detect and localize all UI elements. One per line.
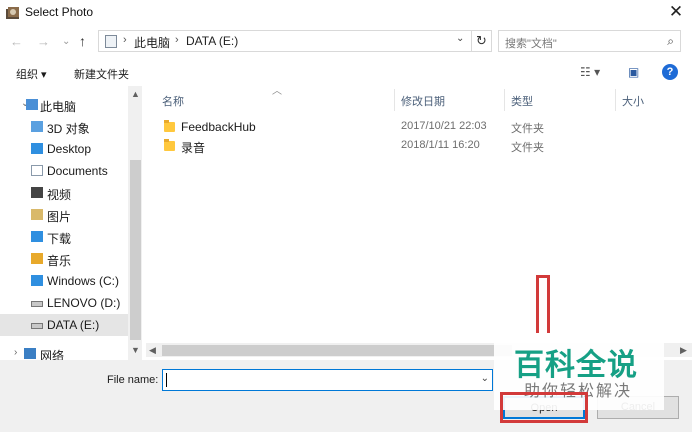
annotation-arrow bbox=[536, 275, 550, 333]
search-input[interactable]: 搜索"文档" ⌕ bbox=[498, 30, 681, 52]
network-icon bbox=[24, 348, 36, 359]
search-icon[interactable]: ⌕ bbox=[667, 34, 674, 49]
breadcrumb-data-drive[interactable]: DATA (E:) bbox=[186, 34, 238, 48]
sidebar-item-label: Desktop bbox=[47, 142, 92, 156]
sidebar-item-label: 下载 bbox=[47, 232, 72, 246]
column-header-size[interactable]: 大小 bbox=[622, 93, 644, 109]
sidebar-item-label: 3D 对象 bbox=[47, 122, 90, 136]
sidebar-scroll-thumb[interactable] bbox=[130, 160, 141, 340]
chevron-down-icon[interactable]: ⌄ bbox=[456, 33, 464, 44]
window-title: Select Photo bbox=[25, 5, 94, 19]
column-header-name[interactable]: 名称 bbox=[162, 93, 184, 109]
drive-icon bbox=[31, 323, 43, 329]
file-list: ︿ 名称 修改日期 类型 大小 FeedbackHub 2017/10/21 2… bbox=[146, 86, 692, 346]
this-pc-icon bbox=[26, 99, 38, 110]
sidebar-item-label: 网络 bbox=[40, 349, 65, 360]
file-row[interactable]: FeedbackHub 2017/10/21 22:03 文件夹 bbox=[146, 117, 616, 137]
sidebar-item-pictures[interactable]: 图片 bbox=[0, 204, 128, 226]
sidebar-item-desktop[interactable]: Desktop bbox=[0, 138, 128, 160]
help-icon[interactable]: ? bbox=[662, 64, 678, 80]
column-header-type[interactable]: 类型 bbox=[511, 93, 533, 109]
preview-pane-icon[interactable]: ▣ bbox=[628, 65, 639, 79]
column-divider[interactable] bbox=[504, 89, 505, 111]
sidebar-item-this-pc[interactable]: ⌄ 此电脑 bbox=[0, 94, 128, 116]
scroll-right-icon[interactable]: ▶ bbox=[680, 345, 687, 356]
chevron-right-icon[interactable]: › bbox=[14, 347, 17, 358]
sidebar-item-music[interactable]: 音乐 bbox=[0, 248, 128, 270]
sidebar-item-documents[interactable]: Documents bbox=[0, 160, 128, 182]
new-folder-button[interactable]: 新建文件夹 bbox=[74, 66, 129, 82]
drive-icon bbox=[31, 301, 43, 307]
file-modified: 2018/1/11 16:20 bbox=[401, 139, 480, 151]
sidebar-item-label: 此电脑 bbox=[40, 100, 77, 114]
title-bar: Select Photo ✕ bbox=[0, 0, 692, 26]
file-type: 文件夹 bbox=[511, 123, 544, 135]
sidebar-item-label: LENOVO (D:) bbox=[47, 296, 121, 310]
sidebar-item-videos[interactable]: 视频 bbox=[0, 182, 128, 204]
chevron-down-icon[interactable]: ⌄ bbox=[481, 373, 489, 384]
sidebar-item-label: 视频 bbox=[47, 188, 72, 202]
sidebar-item-label: DATA (E:) bbox=[47, 318, 100, 332]
sidebar-item-downloads[interactable]: 下载 bbox=[0, 226, 128, 248]
file-row[interactable]: 录音 2018/1/11 16:20 文件夹 bbox=[146, 136, 616, 156]
sidebar-item-3d-objects[interactable]: 3D 对象 bbox=[0, 116, 128, 138]
address-bar[interactable]: › 此电脑 › DATA (E:) ⌄ bbox=[98, 30, 472, 52]
annotation-highlight-box bbox=[500, 392, 588, 423]
horizontal-scroll-thumb[interactable] bbox=[162, 345, 512, 356]
up-button[interactable]: ↑ bbox=[79, 33, 86, 49]
videos-icon bbox=[31, 187, 43, 198]
organize-menu[interactable]: 组织 ▾ bbox=[16, 66, 47, 82]
breadcrumb-separator: › bbox=[175, 34, 179, 46]
file-type: 文件夹 bbox=[511, 142, 544, 154]
breadcrumb-this-pc[interactable]: 此电脑 bbox=[134, 34, 170, 51]
file-name: 录音 bbox=[181, 141, 206, 155]
file-name-input[interactable]: ⌄ bbox=[162, 369, 493, 391]
sidebar-item-windows-c[interactable]: Windows (C:) bbox=[0, 270, 128, 292]
sidebar-item-label: Documents bbox=[47, 164, 108, 178]
file-modified: 2017/10/21 22:03 bbox=[401, 120, 487, 132]
sidebar-item-lenovo-d[interactable]: LENOVO (D:) bbox=[0, 292, 128, 314]
back-button[interactable]: ← bbox=[10, 34, 23, 49]
app-photo-icon bbox=[6, 7, 19, 19]
close-icon[interactable]: ✕ bbox=[664, 2, 688, 24]
downloads-icon bbox=[31, 231, 43, 242]
sidebar-item-network[interactable]: › 网络 bbox=[0, 343, 128, 360]
this-pc-icon bbox=[105, 35, 117, 48]
navigation-pane: ⌄ 此电脑 3D 对象 Desktop Documents 视频 图片 下载 音… bbox=[0, 86, 143, 360]
forward-button[interactable]: → bbox=[37, 34, 50, 49]
desktop-icon bbox=[31, 143, 43, 154]
pictures-icon bbox=[31, 209, 43, 220]
3d-objects-icon bbox=[31, 121, 43, 132]
command-toolbar: 组织 ▾ 新建文件夹 ☷ ▾ ▣ ? bbox=[0, 60, 692, 86]
file-name: FeedbackHub bbox=[181, 120, 256, 134]
refresh-button[interactable]: ↻ bbox=[472, 30, 492, 52]
sidebar-item-data-e[interactable]: DATA (E:) bbox=[0, 314, 128, 336]
text-caret bbox=[166, 373, 167, 387]
scroll-down-icon[interactable]: ▼ bbox=[131, 345, 140, 355]
documents-icon bbox=[31, 165, 43, 176]
column-divider[interactable] bbox=[615, 89, 616, 111]
scroll-up-icon[interactable]: ▲ bbox=[131, 89, 140, 99]
file-name-label: File name: bbox=[107, 374, 159, 386]
sidebar-item-label: 图片 bbox=[47, 210, 72, 224]
drive-windows-icon bbox=[31, 275, 43, 286]
recent-locations-button[interactable]: ⌄ bbox=[62, 36, 70, 47]
sidebar-item-label: Windows (C:) bbox=[47, 274, 120, 288]
folder-icon bbox=[164, 139, 175, 151]
breadcrumb-separator: › bbox=[123, 34, 127, 46]
scroll-left-icon[interactable]: ◀ bbox=[149, 345, 156, 356]
column-header-modified[interactable]: 修改日期 bbox=[401, 93, 445, 109]
change-view-button[interactable]: ☷ ▾ bbox=[580, 65, 600, 79]
sidebar-item-label: 音乐 bbox=[47, 254, 72, 268]
column-divider[interactable] bbox=[394, 89, 395, 111]
sort-ascending-icon: ︿ bbox=[272, 86, 282, 97]
folder-icon bbox=[164, 120, 175, 132]
music-icon bbox=[31, 253, 43, 264]
search-placeholder: 搜索"文档" bbox=[505, 38, 557, 50]
